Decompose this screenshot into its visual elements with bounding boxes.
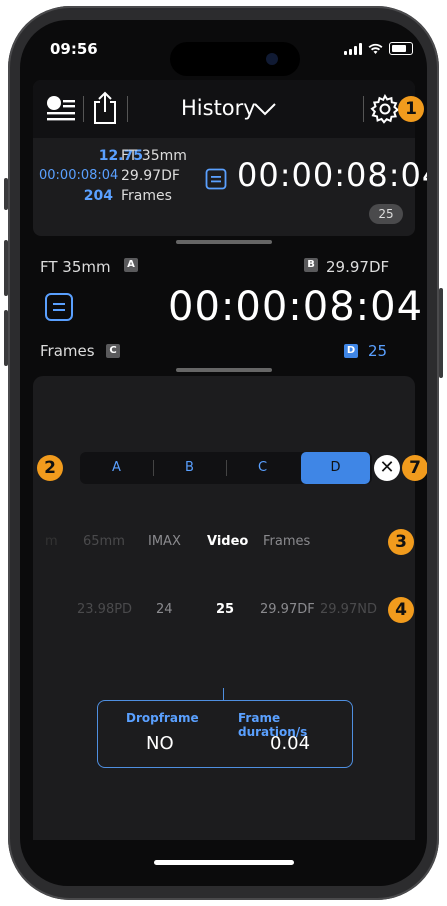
share-icon[interactable] <box>91 90 119 126</box>
history-title: History <box>181 96 256 120</box>
list-menu-icon[interactable] <box>45 94 77 124</box>
drag-handle[interactable] <box>176 240 272 244</box>
history-row2-value: 00:00:08:04 <box>39 168 119 183</box>
rate-option[interactable]: 24 <box>156 602 173 617</box>
info-connector <box>223 688 224 700</box>
segment-b[interactable]: B <box>153 452 226 484</box>
info-box: Dropframe NO Frame duration/s 0.04 <box>97 700 353 768</box>
segment-a[interactable]: A <box>80 452 153 484</box>
side-button <box>4 178 8 210</box>
history-row1-unit: FT 35mm <box>121 148 187 164</box>
label-b-letter: B <box>304 258 318 272</box>
chevron-down-icon <box>254 103 276 116</box>
screen: 09:56 History 1 12.75 FT 35mm 00:00:08:0… <box>20 20 427 886</box>
label-c-text: Frames <box>40 342 95 360</box>
gear-icon[interactable] <box>370 94 400 124</box>
wifi-icon <box>368 43 383 54</box>
format-option[interactable]: Frames <box>263 534 310 549</box>
close-icon[interactable]: ✕ <box>374 455 400 481</box>
frame-duration-value: 0.04 <box>270 733 311 754</box>
rate-option[interactable]: 29.97ND <box>320 602 377 617</box>
history-dropdown[interactable]: History <box>181 80 291 138</box>
toolbar-divider <box>83 96 84 122</box>
label-b-text: 29.97DF <box>326 258 390 276</box>
status-time: 09:56 <box>50 40 98 58</box>
segment-c[interactable]: C <box>226 452 299 484</box>
status-icons <box>344 42 413 55</box>
volume-up-button <box>4 240 8 296</box>
marker-1: 1 <box>398 96 424 122</box>
history-row3-value: 204 <box>83 188 113 204</box>
rate-option-selected[interactable]: 25 <box>216 602 234 617</box>
history-timecode: 00:00:08:04 <box>237 156 427 194</box>
format-option-selected[interactable]: Video <box>207 534 248 549</box>
signal-icon <box>344 42 362 55</box>
rate-option[interactable]: 29.97DF <box>260 602 315 617</box>
marker-4: 4 <box>388 597 414 623</box>
camera-icon <box>266 53 278 65</box>
toolbar-divider <box>363 96 364 122</box>
battery-icon <box>389 42 413 55</box>
main-timecode: 00:00:08:04 <box>168 284 424 330</box>
history-badge: 25 <box>369 204 403 224</box>
label-a-text: FT 35mm <box>40 258 111 276</box>
label-c-letter: C <box>106 344 120 358</box>
dropframe-label: Dropframe <box>126 711 199 725</box>
drag-handle[interactable] <box>176 368 272 372</box>
dropframe-value: NO <box>146 733 174 754</box>
marker-2: 2 <box>37 455 63 481</box>
history-row3-unit: Frames <box>121 188 172 204</box>
slot-segmented-control: A B C D <box>80 452 372 484</box>
label-d-value: 25 <box>368 342 388 360</box>
label-d-letter: D <box>344 344 358 358</box>
volume-down-button <box>4 310 8 366</box>
history-row2-unit: 29.97DF <box>121 168 180 184</box>
format-option[interactable]: m <box>45 534 58 549</box>
rate-option[interactable]: 23.98PD <box>77 602 132 617</box>
format-option[interactable]: 65mm <box>83 534 125 549</box>
home-indicator[interactable] <box>154 860 294 865</box>
note-icon[interactable] <box>44 292 74 322</box>
note-icon[interactable] <box>205 168 227 190</box>
toolbar: History 1 <box>33 80 424 138</box>
label-a-letter: A <box>124 258 138 272</box>
power-button <box>439 288 443 378</box>
toolbar-divider <box>127 96 128 122</box>
dynamic-island <box>170 42 300 76</box>
history-card[interactable]: History 1 12.75 FT 35mm 00:00:08:04 29.9… <box>33 80 427 236</box>
segment-d[interactable]: D <box>301 452 370 484</box>
format-option[interactable]: IMAX <box>148 534 181 549</box>
marker-3: 3 <box>388 529 414 555</box>
selection-panel: 2 A B C D ✕ 7 m 65mm IMAX Video Frames 3… <box>33 376 427 840</box>
marker-7: 7 <box>402 455 427 481</box>
